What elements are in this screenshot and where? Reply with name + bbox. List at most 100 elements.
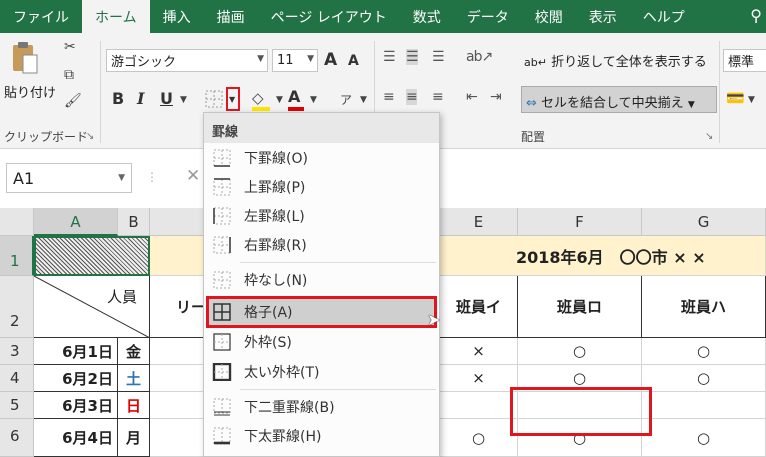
tab-help[interactable]: ヘルプ [630,0,698,33]
header-person-cell[interactable]: 人員 [34,276,150,338]
phonetic-icon[interactable]: ア [340,91,352,108]
align-right-icon[interactable]: ≡ [432,89,444,105]
underline-button[interactable]: U [160,89,173,108]
row-header-2[interactable]: 2 [0,276,34,338]
column-header-a[interactable]: A [34,208,118,236]
menu-item-thick-box-border[interactable]: 太い外枠(T) [206,358,437,386]
header-cell-e[interactable]: 班員イ [440,276,518,338]
cell[interactable] [440,392,518,419]
orientation-icon[interactable]: ab↗ [466,49,493,65]
accounting-format-icon[interactable]: 💳 [726,89,745,107]
cancel-formula-icon[interactable]: ✕ [186,166,200,186]
align-bottom-icon[interactable]: ☰ [432,49,445,65]
font-color-button[interactable]: A [288,87,300,106]
underline-dropdown-icon[interactable]: ▼ [180,95,187,105]
menu-item-bottom-border[interactable]: 下罫線(O) [206,144,437,172]
number-format-combo[interactable]: 標準 [723,49,766,72]
mark-cell[interactable]: ○ [642,365,766,392]
menu-item-all-borders[interactable]: 格子(A) [206,296,437,328]
decrease-indent-icon[interactable]: ⇤ [466,89,478,105]
grow-font-button[interactable]: A [324,50,337,70]
mark-cell[interactable]: ○ [642,338,766,365]
tab-page-layout[interactable]: ページ レイアウト [258,0,400,33]
date-cell[interactable]: 6月1日 [34,338,118,365]
menu-item-outside-borders[interactable]: 外枠(S) [206,328,437,356]
wrap-text-button[interactable]: ab↵ 折り返して全体を表示する [524,51,707,70]
mark-cell[interactable]: ○ [440,419,518,457]
paste-button[interactable]: 貼り付け [4,82,56,101]
column-header-b[interactable]: B [118,208,150,236]
menu-item-left-border[interactable]: 左罫線(L) [206,202,437,230]
menu-item-top-border[interactable]: 上罫線(P) [206,173,437,201]
tab-file[interactable]: ファイル [0,0,82,33]
menu-item-bottom-double-border[interactable]: 下二重罫線(B) [206,393,437,421]
select-all-corner[interactable] [0,208,34,236]
fill-color-icon[interactable]: ◇ [252,89,264,107]
row-header-5[interactable]: 5 [0,392,34,419]
border-icon[interactable] [205,90,223,108]
row-header-4[interactable]: 4 [0,365,34,392]
chevron-down-icon: ▼ [307,54,314,64]
menu-item-label: 左罫線(L) [244,209,305,225]
column-header-e[interactable]: E [440,208,518,236]
date-cell[interactable]: 6月2日 [34,365,118,392]
border-dropdown-button[interactable]: ▼ [226,87,240,111]
copy-icon[interactable]: ⧉ [64,67,74,83]
search-icon[interactable]: ⚲ [750,6,762,25]
day-cell[interactable]: 土 [118,365,150,392]
day-cell[interactable]: 日 [118,392,150,419]
fill-dropdown-icon[interactable]: ▼ [276,95,283,105]
tab-insert[interactable]: 挿入 [150,0,204,33]
tab-home[interactable]: ホーム [82,0,150,33]
top-border-icon [213,178,231,196]
menu-item-no-border[interactable]: 枠なし(N) [206,266,437,294]
day-cell[interactable]: 金 [118,338,150,365]
bold-button[interactable]: B [112,89,124,108]
header-cell-f[interactable]: 班員ロ [518,276,642,338]
date-cell[interactable]: 6月4日 [34,419,118,457]
ribbon-tabs: ファイル ホーム 挿入 描画 ページ レイアウト 数式 データ 校閲 表示 ヘル… [0,0,766,33]
mark-cell[interactable]: ○ [642,419,766,457]
menu-item-right-border[interactable]: 右罫線(R) [206,231,437,259]
align-middle-icon[interactable]: ☰ [406,49,419,65]
mark-cell[interactable]: × [440,365,518,392]
bottom-double-border-icon [213,398,231,416]
row-header-6[interactable]: 6 [0,419,34,457]
align-top-icon[interactable]: ☰ [383,49,396,65]
font-size-combo[interactable]: 11 ▼ [272,49,318,72]
paste-icon[interactable] [12,41,38,75]
row-header-3[interactable]: 3 [0,338,34,365]
column-header-f[interactable]: F [518,208,642,236]
accounting-dropdown-icon[interactable]: ▼ [748,95,755,105]
tab-view[interactable]: 表示 [576,0,630,33]
increase-indent-icon[interactable]: ⇥ [490,89,502,105]
shrink-font-button[interactable]: A [348,53,359,69]
cut-icon[interactable]: ✂ [64,39,76,55]
cell-a1-selected[interactable] [34,236,150,276]
menu-item-thick-bottom-border[interactable]: 下太罫線(H) [206,422,437,450]
tab-data[interactable]: データ [454,0,522,33]
tab-formulas[interactable]: 数式 [400,0,454,33]
date-cell[interactable]: 6月3日 [34,392,118,419]
column-header-g[interactable]: G [642,208,766,236]
tab-draw[interactable]: 描画 [204,0,258,33]
align-center-icon[interactable]: ≡ [406,89,418,105]
italic-button[interactable]: I [137,89,144,108]
thick-box-border-icon [212,363,232,381]
format-painter-icon[interactable]: 🖌 [64,93,82,109]
name-box[interactable]: A1 ▼ [6,163,132,193]
alignment-launcher-icon[interactable]: ↘ [705,131,713,142]
phonetic-dropdown-icon[interactable]: ▼ [360,95,367,105]
mark-cell[interactable]: × [440,338,518,365]
mark-cell[interactable]: ○ [518,338,642,365]
font-color-dropdown-icon[interactable]: ▼ [310,95,317,105]
tab-review[interactable]: 校閲 [522,0,576,33]
header-cell-g[interactable]: 班員ハ [642,276,766,338]
clipboard-launcher-icon[interactable]: ↘ [86,131,94,142]
row-header-1[interactable]: 1 [0,236,34,276]
cell[interactable] [642,392,766,419]
align-left-icon[interactable]: ≡ [383,89,395,105]
day-cell[interactable]: 月 [118,419,150,457]
merge-center-button[interactable]: ⇔ セルを結合して中央揃え ▼ [521,86,717,113]
font-name-combo[interactable]: 游ゴシック ▼ [106,49,268,72]
